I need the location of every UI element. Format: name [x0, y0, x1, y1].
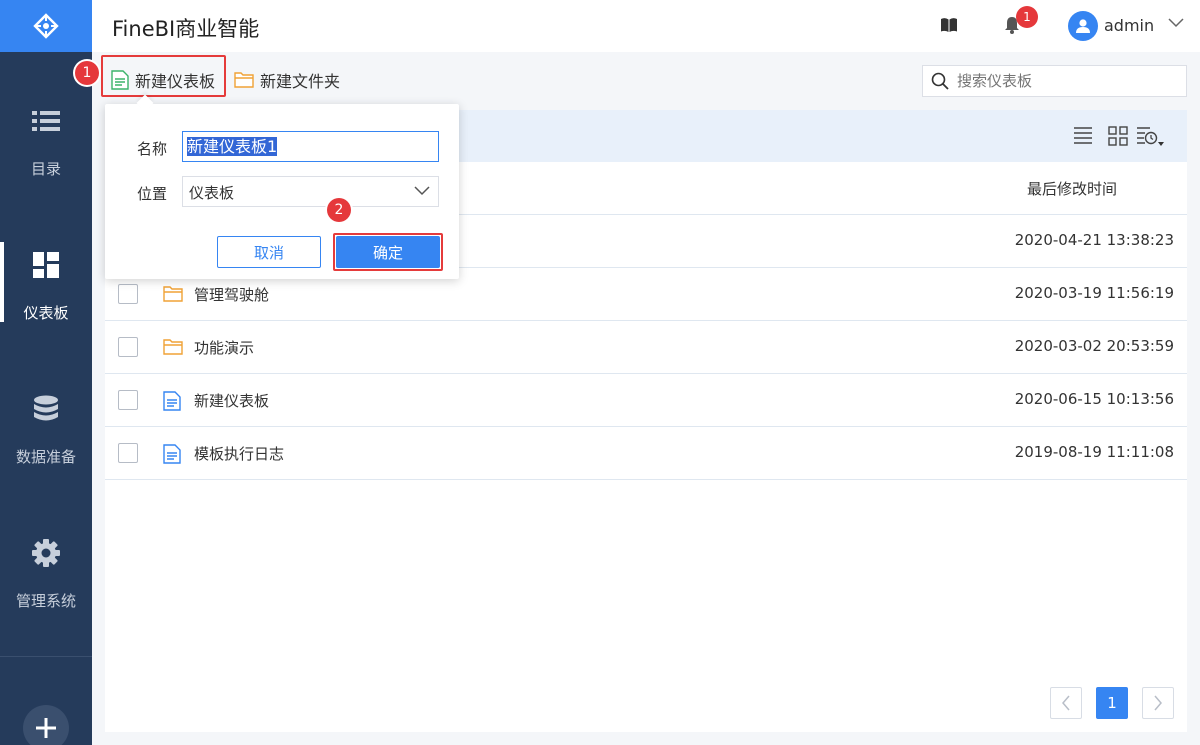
new-dashboard-popover: 名称 新建仪表板1 位置 仪表板 取消 确定	[105, 104, 459, 279]
chevron-down-icon	[414, 186, 430, 196]
logo-icon	[33, 13, 59, 39]
prev-page-button[interactable]	[1050, 687, 1082, 719]
chevron-right-icon	[1154, 695, 1162, 711]
dashboard-grid-icon	[33, 250, 59, 280]
table-row[interactable]: 功能演示 2020-03-02 20:53:59	[105, 321, 1187, 374]
gear-icon	[32, 538, 60, 568]
sidebar-item-label: 数据准备	[15, 448, 76, 466]
location-label: 位置	[137, 185, 168, 203]
sidebar-item-label: 管理系统	[15, 592, 76, 610]
sidebar: 目录 仪表板 数据准备 管理系统	[0, 0, 92, 745]
dashboard-file-icon	[163, 444, 181, 464]
row-modified-time: 2020-03-02 20:53:59	[1014, 337, 1174, 355]
app-title: FineBI商业智能	[112, 17, 260, 41]
folder-icon	[163, 339, 183, 355]
row-modified-time: 2020-04-21 13:38:23	[1014, 231, 1174, 249]
column-header-modified[interactable]: 最后修改时间	[1027, 178, 1117, 199]
chevron-down-icon[interactable]	[1168, 18, 1184, 28]
new-folder-label: 新建文件夹	[260, 72, 341, 91]
row-modified-time: 2020-03-19 11:56:19	[1014, 284, 1174, 302]
row-modified-time: 2019-08-19 11:11:08	[1014, 443, 1174, 461]
step-1-highlight	[101, 55, 226, 97]
add-button[interactable]	[23, 705, 69, 745]
folder-icon	[234, 72, 254, 88]
table-row[interactable]: 模板执行日志 2019-08-19 11:11:08	[105, 427, 1187, 480]
sidebar-item-dashboard[interactable]: 仪表板	[0, 242, 92, 344]
top-header: FineBI商业智能 1 admin	[92, 0, 1200, 52]
step-1-marker: 1	[75, 61, 99, 85]
notification-badge: 1	[1016, 6, 1038, 28]
search-box[interactable]	[922, 65, 1187, 97]
sort-time-icon[interactable]	[1136, 126, 1166, 148]
name-field[interactable]: 新建仪表板1	[182, 131, 439, 162]
row-modified-time: 2020-06-15 10:13:56	[1014, 390, 1174, 408]
row-checkbox[interactable]	[118, 443, 138, 463]
avatar[interactable]	[1068, 11, 1098, 41]
table-row[interactable]: 新建仪表板 2020-06-15 10:13:56	[105, 374, 1187, 427]
list-view-icon[interactable]	[1073, 126, 1093, 144]
sidebar-item-admin[interactable]: 管理系统	[0, 532, 92, 632]
row-name[interactable]: 管理驾驶舱	[194, 284, 269, 305]
row-name[interactable]: 模板执行日志	[194, 443, 284, 464]
row-checkbox[interactable]	[118, 284, 138, 304]
step-2-highlight	[333, 233, 443, 271]
chevron-left-icon	[1062, 695, 1070, 711]
row-checkbox[interactable]	[118, 390, 138, 410]
sidebar-divider	[0, 656, 92, 657]
next-page-button[interactable]	[1142, 687, 1174, 719]
row-checkbox[interactable]	[118, 337, 138, 357]
name-value: 新建仪表板1	[187, 137, 278, 156]
row-name[interactable]: 功能演示	[194, 337, 254, 358]
user-icon	[1076, 19, 1090, 33]
list-icon	[32, 106, 60, 136]
cancel-button[interactable]: 取消	[217, 236, 321, 268]
sidebar-item-label: 目录	[30, 160, 61, 178]
username[interactable]: admin	[1104, 16, 1154, 35]
step-2-marker: 2	[327, 198, 351, 222]
search-input[interactable]	[957, 72, 1167, 90]
location-select[interactable]: 仪表板	[182, 176, 439, 207]
logo[interactable]	[0, 0, 92, 52]
name-label: 名称	[137, 140, 168, 158]
dashboard-file-icon	[163, 391, 181, 411]
sidebar-item-label: 仪表板	[23, 304, 69, 322]
plus-icon	[36, 718, 56, 738]
sidebar-item-data-prep[interactable]: 数据准备	[0, 388, 92, 488]
help-book-icon[interactable]	[940, 17, 958, 33]
folder-icon	[163, 286, 183, 302]
database-icon	[33, 394, 59, 424]
row-name[interactable]: 新建仪表板	[194, 390, 269, 411]
new-folder-button[interactable]: 新建文件夹	[234, 62, 340, 98]
grid-view-icon[interactable]	[1108, 126, 1128, 146]
sidebar-item-catalog[interactable]: 目录	[0, 100, 92, 200]
page-current[interactable]: 1	[1096, 687, 1128, 719]
search-icon	[931, 72, 949, 90]
location-value: 仪表板	[189, 184, 235, 202]
